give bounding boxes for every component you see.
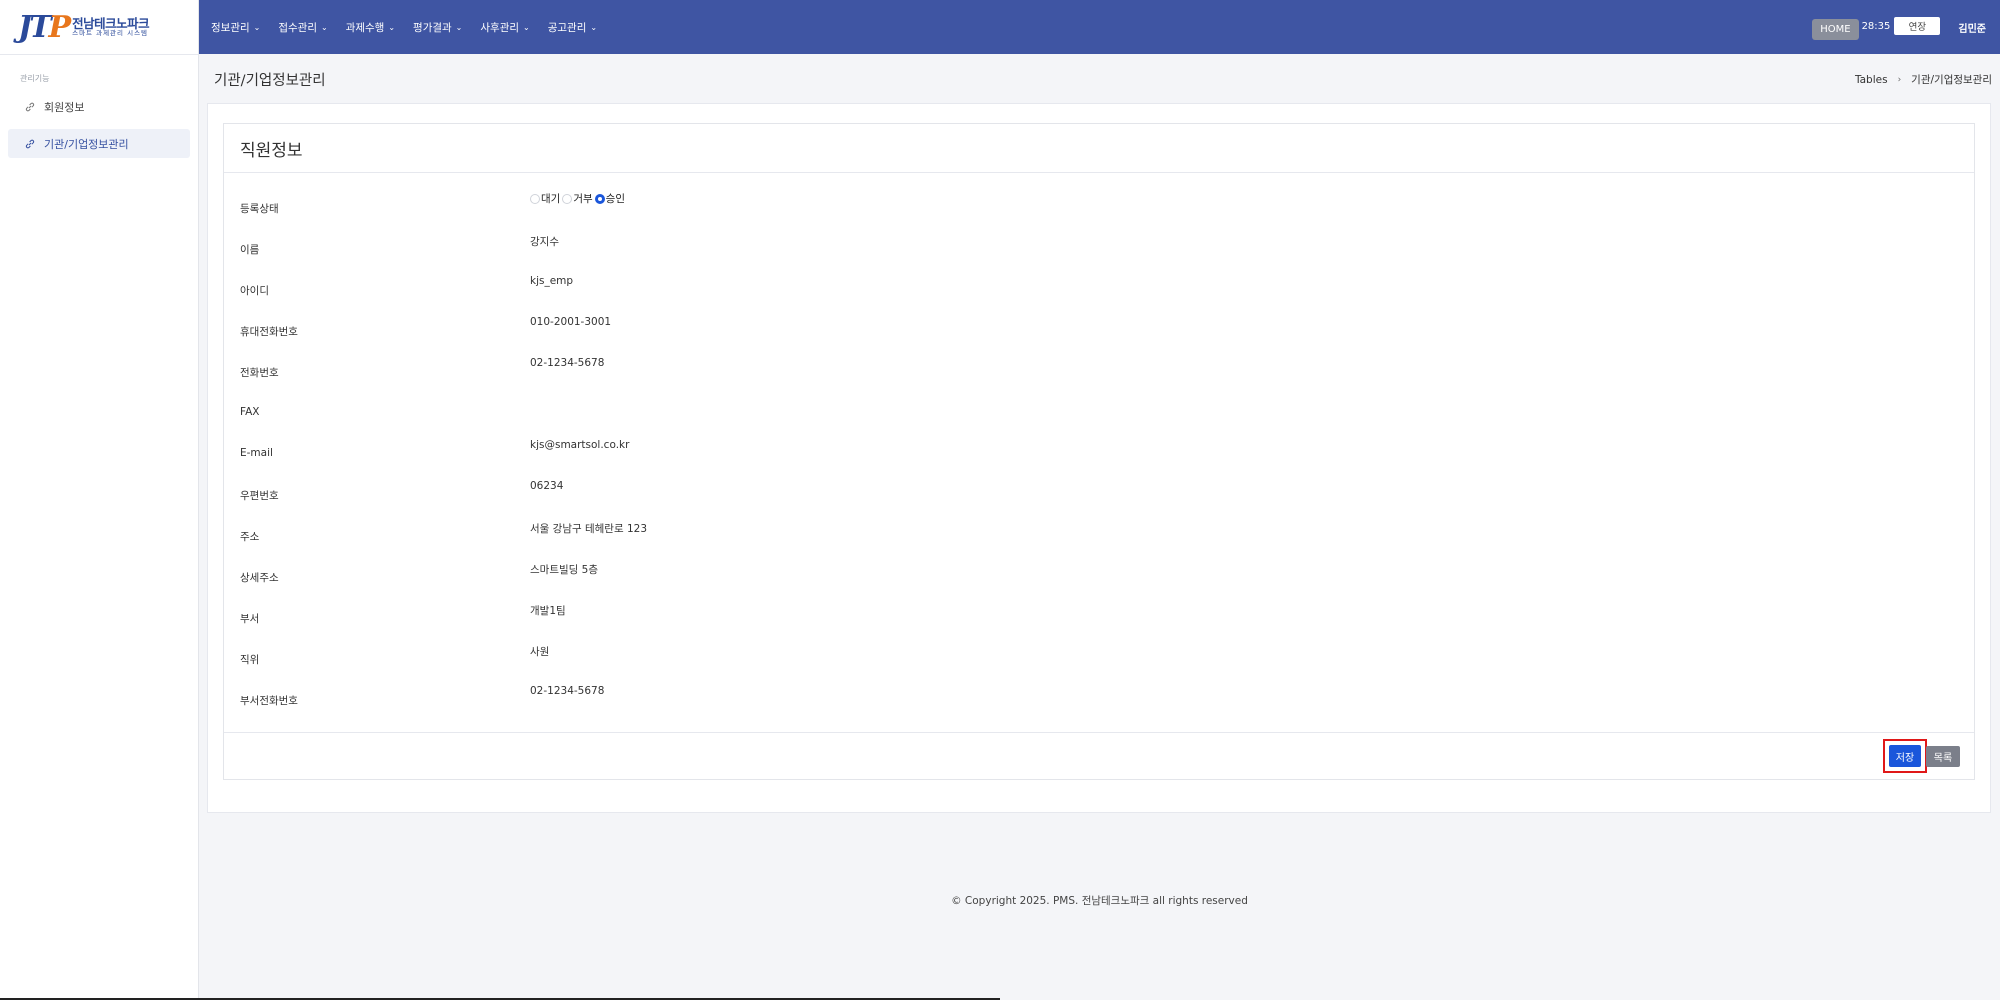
employee-info-card: 직원정보 등록상태 대기 거부 승인 이름 강지수 아이디 kjs_emp 휴대… [223,123,1975,780]
card-title: 직원정보 [224,124,1974,173]
status-radio-group: 대기 거부 승인 [530,191,627,206]
field-label: 등록상태 [240,203,279,215]
sidebar-item-member-info[interactable]: 회원정보 [8,92,190,121]
field-label: 우편번호 [240,490,279,502]
field-value: 06234 [530,480,564,492]
chevron-down-icon: ⌄ [388,22,396,32]
field-label: 전화번호 [240,367,279,379]
top-right-controls: HOME 28:35 연장 김민준 [1812,0,1986,54]
field-label: E-mail [240,447,273,459]
logo-subtitle: 스마트 과제관리 시스템 [72,29,149,38]
home-button[interactable]: HOME [1812,18,1859,40]
field-label: FAX [240,406,260,418]
card-footer: 저장 목록 [224,732,1974,779]
menu-task-execution[interactable]: 과제수행 ⌄ [346,20,395,35]
logo[interactable]: JTP 전남테크노파크 스마트 과제관리 시스템 [0,0,198,55]
chevron-down-icon: ⌄ [523,22,530,32]
chevron-down-icon: ⌄ [590,22,598,32]
field-label: 주소 [240,531,260,543]
field-label: 부서전화번호 [240,695,298,707]
form-row-mobile: 휴대전화번호 010-2001-3001 [224,312,1974,352]
logo-mark: JTP [18,9,71,45]
field-value: 개발1팀 [530,605,566,617]
chevron-down-icon: ⌄ [320,22,328,32]
sidebar-item-org-info[interactable]: 기관/기업정보관리 [8,129,190,158]
form-row-position: 직위 사원 [224,640,1974,680]
field-value: kjs@smartsol.co.kr [530,439,630,451]
field-value: kjs_emp [530,275,574,287]
link-icon [24,138,36,150]
form-row-id: 아이디 kjs_emp [224,271,1974,311]
sidebar-item-label: 회원정보 [44,100,85,114]
radio-button[interactable] [530,193,540,204]
field-label: 이름 [240,244,260,256]
field-label: 부서 [240,613,260,625]
main-menu: 정보관리 ⌄ 접수관리 ⌄ 과제수행 ⌄ 평가결과 ⌄ 사후관리 ⌄ 공고관리 ⌄ [211,20,615,35]
field-value: 서울 강남구 테헤란로 123 [530,523,647,535]
session-timer: 28:35 [1861,20,1891,32]
form-row-address-detail: 상세주소 스마트빌딩 5층 [224,558,1974,598]
form-row-department-phone: 부서전화번호 02-1234-5678 [224,681,1974,721]
save-button[interactable]: 저장 [1889,745,1921,767]
extend-session-button[interactable]: 연장 [1894,17,1941,35]
user-name[interactable]: 김민준 [1958,20,1986,35]
field-label: 아이디 [240,285,269,297]
breadcrumb-item[interactable]: Tables [1855,74,1888,86]
sidebar-section-label: 관리기능 [20,74,50,83]
status-radio-rejected[interactable]: 거부 [562,191,593,206]
field-value: 02-1234-5678 [530,357,605,369]
logo-text: 전남테크노파크 스마트 과제관리 시스템 [72,16,150,38]
field-label: 상세주소 [240,572,279,584]
menu-post-management[interactable]: 사후관리 ⌄ [480,20,529,35]
radio-button[interactable] [562,193,573,204]
radio-button-checked[interactable] [594,193,605,204]
form-row-email: E-mail kjs@smartsol.co.kr [224,435,1974,475]
form-row-address: 주소 서울 강남구 테헤란로 123 [224,517,1974,557]
form-row-department: 부서 개발1팀 [224,599,1974,639]
breadcrumb: Tables › 기관/기업정보관리 [1855,72,1992,87]
copyright: © Copyright 2025. PMS. 전남테크노파크 all right… [951,895,1248,907]
page-title: 기관/기업정보관리 [214,73,326,89]
field-label: 직위 [240,654,260,666]
form-row-phone: 전화번호 02-1234-5678 [224,353,1974,393]
field-label: 휴대전화번호 [240,326,298,338]
field-value: 스마트빌딩 5층 [530,564,598,576]
sidebar: JTP 전남테크노파크 스마트 과제관리 시스템 관리기능 회원정보 기관/기업… [0,0,199,1000]
top-navbar: 정보관리 ⌄ 접수관리 ⌄ 과제수행 ⌄ 평가결과 ⌄ 사후관리 ⌄ 공고관리 ⌄ HOME… [199,0,2000,54]
form-row-status: 등록상태 대기 거부 승인 [224,189,1974,229]
field-value: 02-1234-5678 [530,685,605,697]
link-icon [24,101,36,113]
chevron-right-icon: › [1897,74,1902,85]
list-button[interactable]: 목록 [1926,746,1960,767]
menu-notice-management[interactable]: 공고관리 ⌄ [548,20,597,35]
menu-info-management[interactable]: 정보관리 ⌄ [211,20,260,35]
field-value: 강지수 [530,236,559,248]
field-value: 사원 [530,646,550,658]
chevron-down-icon: ⌄ [253,22,261,32]
save-button-highlight: 저장 [1883,739,1927,773]
breadcrumb-current: 기관/기업정보관리 [1911,74,1992,86]
sidebar-item-label: 기관/기업정보관리 [44,137,129,151]
menu-reception-management[interactable]: 접수관리 ⌄ [278,20,327,35]
form-row-zipcode: 우편번호 06234 [224,476,1974,516]
field-value: 010-2001-3001 [530,316,612,328]
form-row-fax: FAX [224,394,1974,434]
status-radio-pending[interactable]: 대기 [530,191,560,206]
form-row-name: 이름 강지수 [224,230,1974,270]
chevron-down-icon: ⌄ [455,22,463,32]
status-radio-approved[interactable]: 승인 [594,191,625,206]
menu-evaluation-results[interactable]: 평가결과 ⌄ [413,20,462,35]
